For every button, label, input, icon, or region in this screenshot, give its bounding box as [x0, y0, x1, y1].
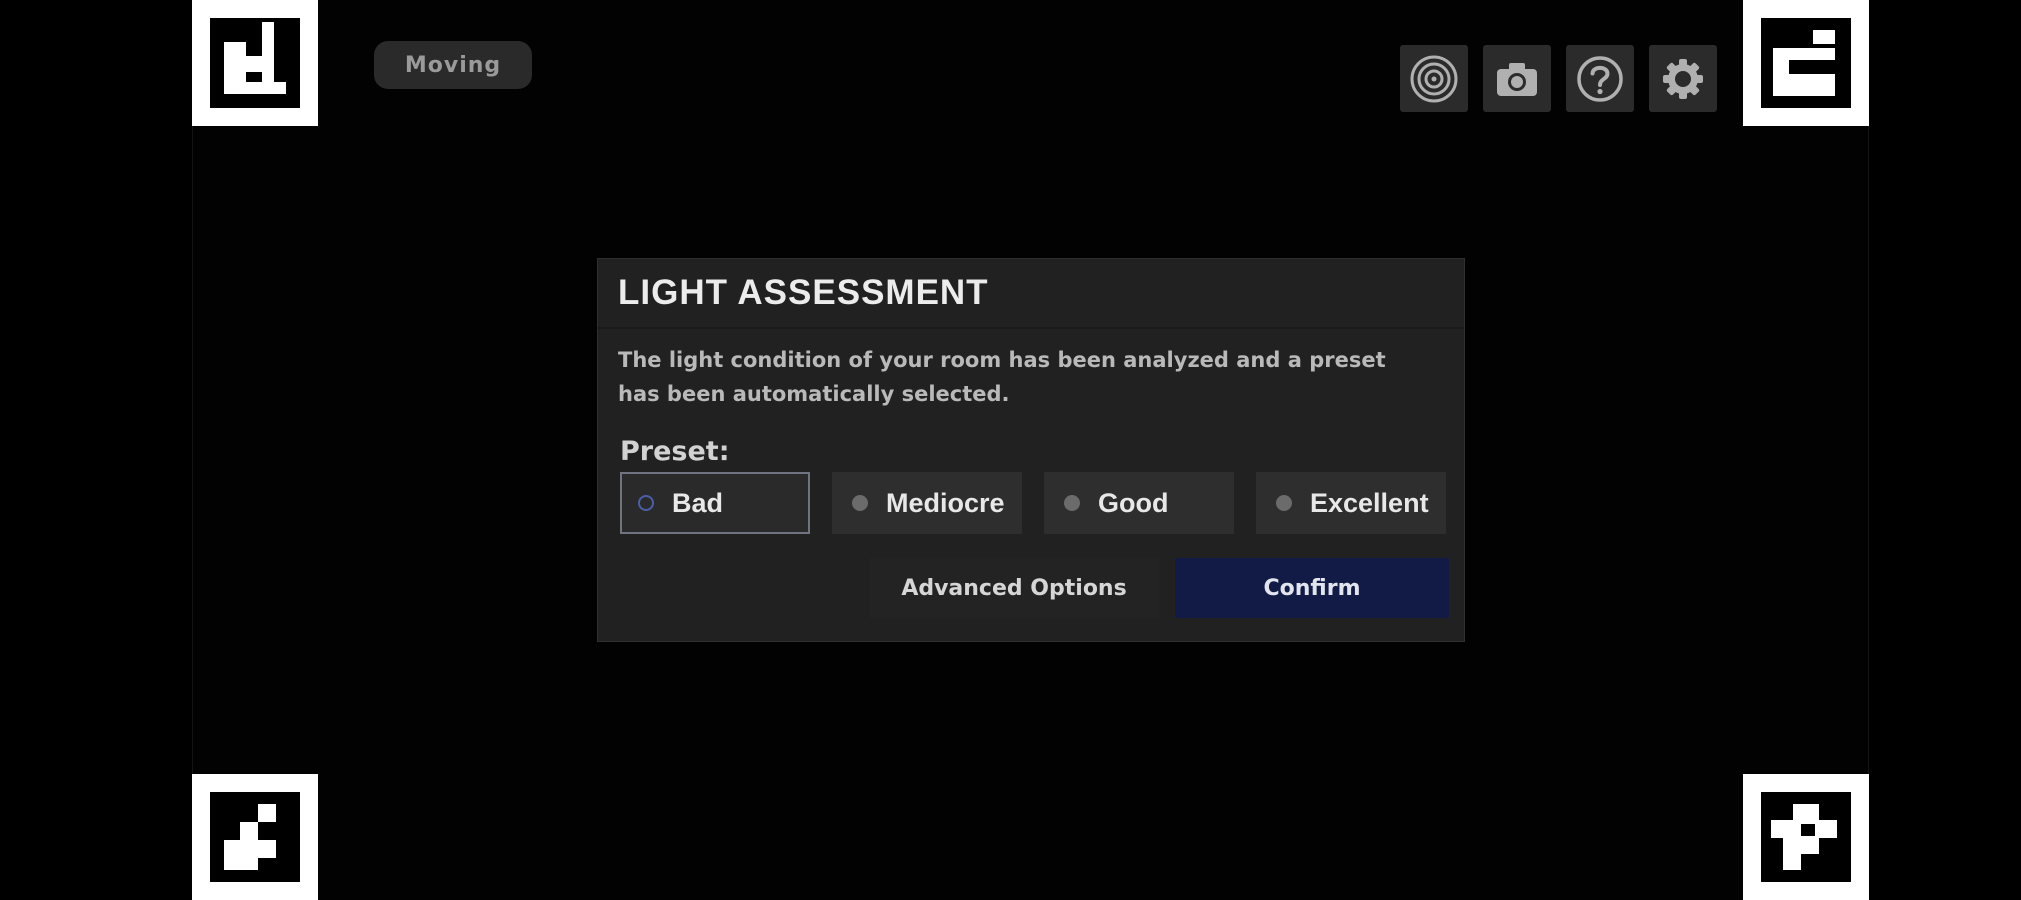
- status-badge: Moving: [374, 41, 532, 89]
- fiducial-marker-top-right: [1743, 0, 1869, 126]
- fiducial-marker-bottom-left: [192, 774, 318, 900]
- radio-selected-icon: [638, 495, 654, 511]
- dialog-message: The light condition of your room has bee…: [618, 348, 1386, 406]
- fiducial-marker-top-left: [192, 0, 318, 126]
- preset-option-label: Mediocre: [886, 487, 1005, 518]
- camera-icon: [1492, 54, 1542, 104]
- settings-button[interactable]: [1649, 45, 1717, 112]
- fiducial-marker-bottom-right: [1743, 774, 1869, 900]
- help-button[interactable]: [1566, 45, 1634, 112]
- confirm-button[interactable]: Confirm: [1175, 558, 1449, 618]
- gear-icon: [1658, 54, 1708, 104]
- app-screen: Moving LIGHT ASSESSMENT The light condit…: [0, 0, 2021, 900]
- preset-option-label: Bad: [672, 487, 724, 518]
- toolbar: [1400, 45, 1717, 112]
- preset-option-label: Good: [1098, 487, 1169, 518]
- dialog-title: LIGHT ASSESSMENT: [618, 273, 989, 312]
- advanced-options-button[interactable]: Advanced Options: [869, 558, 1159, 618]
- preset-option-mediocre[interactable]: Mediocre: [832, 472, 1022, 534]
- light-assessment-dialog: LIGHT ASSESSMENT The light condition of …: [597, 258, 1465, 642]
- radio-unselected-icon: [1064, 495, 1080, 511]
- preset-option-bad[interactable]: Bad: [620, 472, 810, 534]
- preset-option-good[interactable]: Good: [1044, 472, 1234, 534]
- preset-option-label: Excellent: [1310, 487, 1429, 518]
- dialog-header: LIGHT ASSESSMENT: [598, 259, 1464, 329]
- target-icon: [1409, 54, 1459, 104]
- target-button[interactable]: [1400, 45, 1468, 112]
- preset-option-excellent[interactable]: Excellent: [1256, 472, 1446, 534]
- preset-options: Bad Mediocre Good Excellent: [620, 472, 1446, 534]
- camera-button[interactable]: [1483, 45, 1551, 112]
- radio-unselected-icon: [1276, 495, 1292, 511]
- help-icon: [1575, 54, 1625, 104]
- radio-unselected-icon: [852, 495, 868, 511]
- preset-label: Preset:: [620, 436, 730, 467]
